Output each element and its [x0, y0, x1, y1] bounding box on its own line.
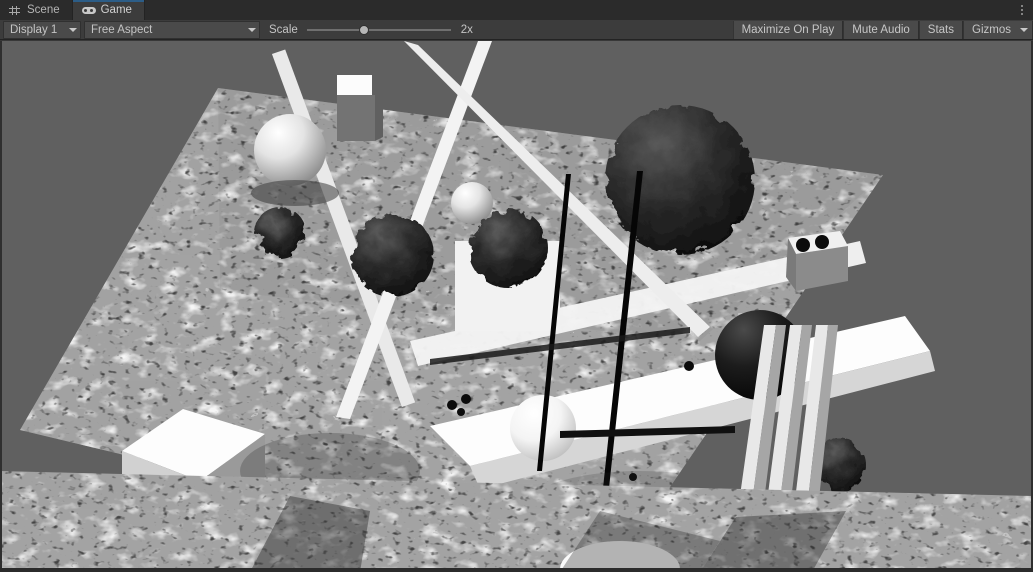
maximize-on-play-label: Maximize On Play	[741, 23, 835, 36]
aspect-ratio-dropdown[interactable]: Free Aspect	[84, 20, 260, 39]
game-viewport[interactable]	[0, 41, 1033, 572]
grid-icon	[9, 5, 22, 16]
toolbar-right-group: Maximize On Play Mute Audio Stats Gizmos	[732, 20, 1033, 40]
game-view-toolbar: Display 1 Free Aspect Scale 2x Maximize …	[0, 20, 1033, 40]
chevron-down-icon	[69, 27, 77, 32]
tab-scene-label: Scene	[27, 4, 60, 16]
display-dropdown-value: Display 1	[10, 23, 58, 36]
gizmos-label: Gizmos	[972, 23, 1011, 36]
scale-slider[interactable]	[306, 22, 451, 38]
scale-value: 2x	[460, 23, 473, 36]
dark-textured-sphere-large-right	[605, 105, 755, 255]
scale-slider-handle[interactable]	[359, 24, 370, 35]
mute-audio-label: Mute Audio	[852, 23, 910, 36]
light-sphere-upper-left	[254, 114, 326, 186]
gamepad-icon	[81, 5, 96, 16]
tab-game-label: Game	[100, 4, 132, 16]
gray-cube-top	[337, 91, 383, 141]
dark-sphere-center-left	[350, 213, 434, 297]
rendered-scene	[0, 41, 1033, 572]
mute-audio-button[interactable]: Mute Audio	[843, 20, 919, 39]
viewport-bottom-border	[0, 568, 1033, 572]
scale-slider-track	[306, 29, 451, 31]
white-small-plate	[337, 75, 372, 95]
gizmos-button[interactable]: Gizmos	[963, 20, 1033, 39]
tab-scene[interactable]: Scene	[0, 0, 73, 20]
stats-label: Stats	[927, 23, 955, 36]
tab-game[interactable]: Game	[72, 0, 145, 20]
scale-control: Scale 2x	[269, 22, 473, 38]
aspect-ratio-value: Free Aspect	[91, 23, 153, 36]
scale-label: Scale	[269, 23, 298, 36]
chevron-down-icon[interactable]	[1020, 27, 1028, 32]
dark-textured-sphere-center	[468, 208, 548, 288]
kebab-menu-icon[interactable]	[1011, 0, 1033, 20]
panel-tab-bar: Scene Game	[0, 0, 1033, 20]
stats-button[interactable]: Stats	[918, 20, 964, 39]
scene-render	[0, 41, 1033, 572]
chevron-down-icon	[248, 27, 256, 32]
viewport-left-border	[0, 41, 2, 572]
tab-bar-spacer	[144, 0, 1011, 20]
display-dropdown[interactable]: Display 1	[3, 20, 81, 39]
dark-sphere-left	[254, 207, 306, 259]
shadow-light-sphere	[251, 180, 339, 206]
small-cube-two-dots	[786, 231, 848, 291]
unity-game-view-window: Scene Game Display 1 Free Aspect Scale 2…	[0, 0, 1033, 572]
maximize-on-play-button[interactable]: Maximize On Play	[732, 20, 844, 39]
